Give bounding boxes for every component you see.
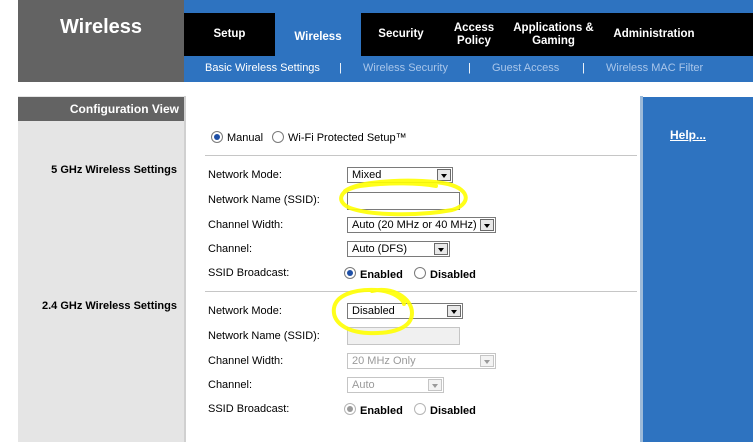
header-panel xyxy=(18,0,184,82)
ghz5-channel-value: Auto (DFS) xyxy=(352,243,408,255)
page-title: Wireless xyxy=(59,16,143,38)
ghz24-network-mode-select[interactable]: Disabled xyxy=(347,303,463,319)
ghz24-ssid-broadcast-enabled-radio[interactable] xyxy=(344,403,356,415)
ghz24-ssid-label: Network Name (SSID): xyxy=(208,330,320,342)
ghz5-channel-label: Channel: xyxy=(208,243,253,255)
manual-radio[interactable] xyxy=(211,131,223,143)
divider xyxy=(205,291,637,292)
ghz5-ssid-label: Network Name (SSID): xyxy=(208,194,320,206)
tab-security[interactable]: Security xyxy=(361,13,441,56)
tab-wireless-label: Wireless xyxy=(294,31,342,43)
section-24ghz-label: 2.4 GHz Wireless Settings xyxy=(41,300,177,312)
section-5ghz-label: 5 GHz Wireless Settings xyxy=(51,164,177,176)
subnav-separator: | xyxy=(582,62,585,74)
content-panel-edge xyxy=(184,96,186,442)
ghz24-channel-width-value: 20 MHz Only xyxy=(352,355,416,367)
tab-wireless[interactable]: Wireless xyxy=(275,16,361,59)
ghz24-network-mode-label: Network Mode: xyxy=(208,305,282,317)
chevron-down-icon xyxy=(447,305,461,317)
tab-access-policy-label-2: Policy xyxy=(457,34,491,47)
manual-label: Manual xyxy=(227,132,264,144)
chevron-down-icon xyxy=(437,169,451,181)
divider xyxy=(205,155,637,156)
config-view-label: Configuration View xyxy=(69,102,179,116)
tab-applications-gaming-label-1: Applications & xyxy=(513,21,594,34)
ghz5-ssid-broadcast-label: SSID Broadcast: xyxy=(208,267,290,279)
ghz5-channel-width-value: Auto (20 MHz or 40 MHz) xyxy=(352,219,477,231)
chevron-down-icon xyxy=(428,379,442,391)
ghz24-network-mode-value: Disabled xyxy=(352,305,395,317)
subnav-separator: | xyxy=(468,62,471,74)
tab-administration-label: Administration xyxy=(613,28,695,40)
tab-applications-gaming[interactable]: Applications & Gaming xyxy=(507,13,600,56)
help-panel xyxy=(643,97,753,442)
chevron-down-icon xyxy=(480,355,494,367)
tab-setup-label: Setup xyxy=(213,28,246,40)
ghz5-ssid-broadcast-disabled-radio[interactable] xyxy=(414,267,426,279)
ghz5-ssid-broadcast-enabled-radio[interactable] xyxy=(344,267,356,279)
help-link[interactable]: Help... xyxy=(670,128,706,142)
ghz24-ssid-input[interactable] xyxy=(347,327,460,345)
subnav-guest-access[interactable]: Guest Access xyxy=(492,62,559,74)
ghz24-channel-label: Channel: xyxy=(208,379,253,391)
subnav-wireless-mac-filter[interactable]: Wireless MAC Filter xyxy=(606,62,703,74)
ghz24-channel-select[interactable]: Auto xyxy=(347,377,444,393)
wps-radio[interactable] xyxy=(272,131,284,143)
tab-applications-gaming-label-2: Gaming xyxy=(532,34,575,47)
ghz24-channel-width-select[interactable]: 20 MHz Only xyxy=(347,353,496,369)
wps-label: Wi-Fi Protected Setup™ xyxy=(288,132,407,144)
ghz5-enabled-label: Enabled xyxy=(360,269,403,281)
subnav-separator: | xyxy=(339,62,342,74)
tab-setup[interactable]: Setup xyxy=(184,13,275,56)
ghz5-ssid-input[interactable] xyxy=(347,192,460,210)
ghz5-channel-select[interactable]: Auto (DFS) xyxy=(347,241,450,257)
ghz5-network-mode-select[interactable]: Mixed xyxy=(347,167,453,183)
subnav-wireless-security[interactable]: Wireless Security xyxy=(363,62,448,74)
tab-access-policy[interactable]: Access Policy xyxy=(441,13,507,56)
tab-administration[interactable]: Administration xyxy=(600,13,708,56)
sidebar xyxy=(18,96,184,442)
tab-access-policy-label-1: Access xyxy=(453,21,495,34)
top-strip xyxy=(184,0,753,13)
chevron-down-icon xyxy=(480,219,494,231)
subnav-basic-wireless-settings[interactable]: Basic Wireless Settings xyxy=(205,62,320,74)
chevron-down-icon xyxy=(434,243,448,255)
tab-security-label: Security xyxy=(378,28,424,40)
ghz5-channel-width-label: Channel Width: xyxy=(208,219,284,231)
ghz24-disabled-label: Disabled xyxy=(430,405,476,417)
ghz24-ssid-broadcast-label: SSID Broadcast: xyxy=(208,403,290,415)
ghz24-enabled-label: Enabled xyxy=(360,405,403,417)
ghz24-channel-value: Auto xyxy=(352,379,375,391)
ghz24-channel-width-label: Channel Width: xyxy=(208,355,284,367)
ghz24-ssid-broadcast-disabled-radio[interactable] xyxy=(414,403,426,415)
ghz5-network-mode-label: Network Mode: xyxy=(208,169,282,181)
ghz5-network-mode-value: Mixed xyxy=(352,169,382,181)
ghz5-disabled-label: Disabled xyxy=(430,269,476,281)
ghz5-channel-width-select[interactable]: Auto (20 MHz or 40 MHz) xyxy=(347,217,496,233)
